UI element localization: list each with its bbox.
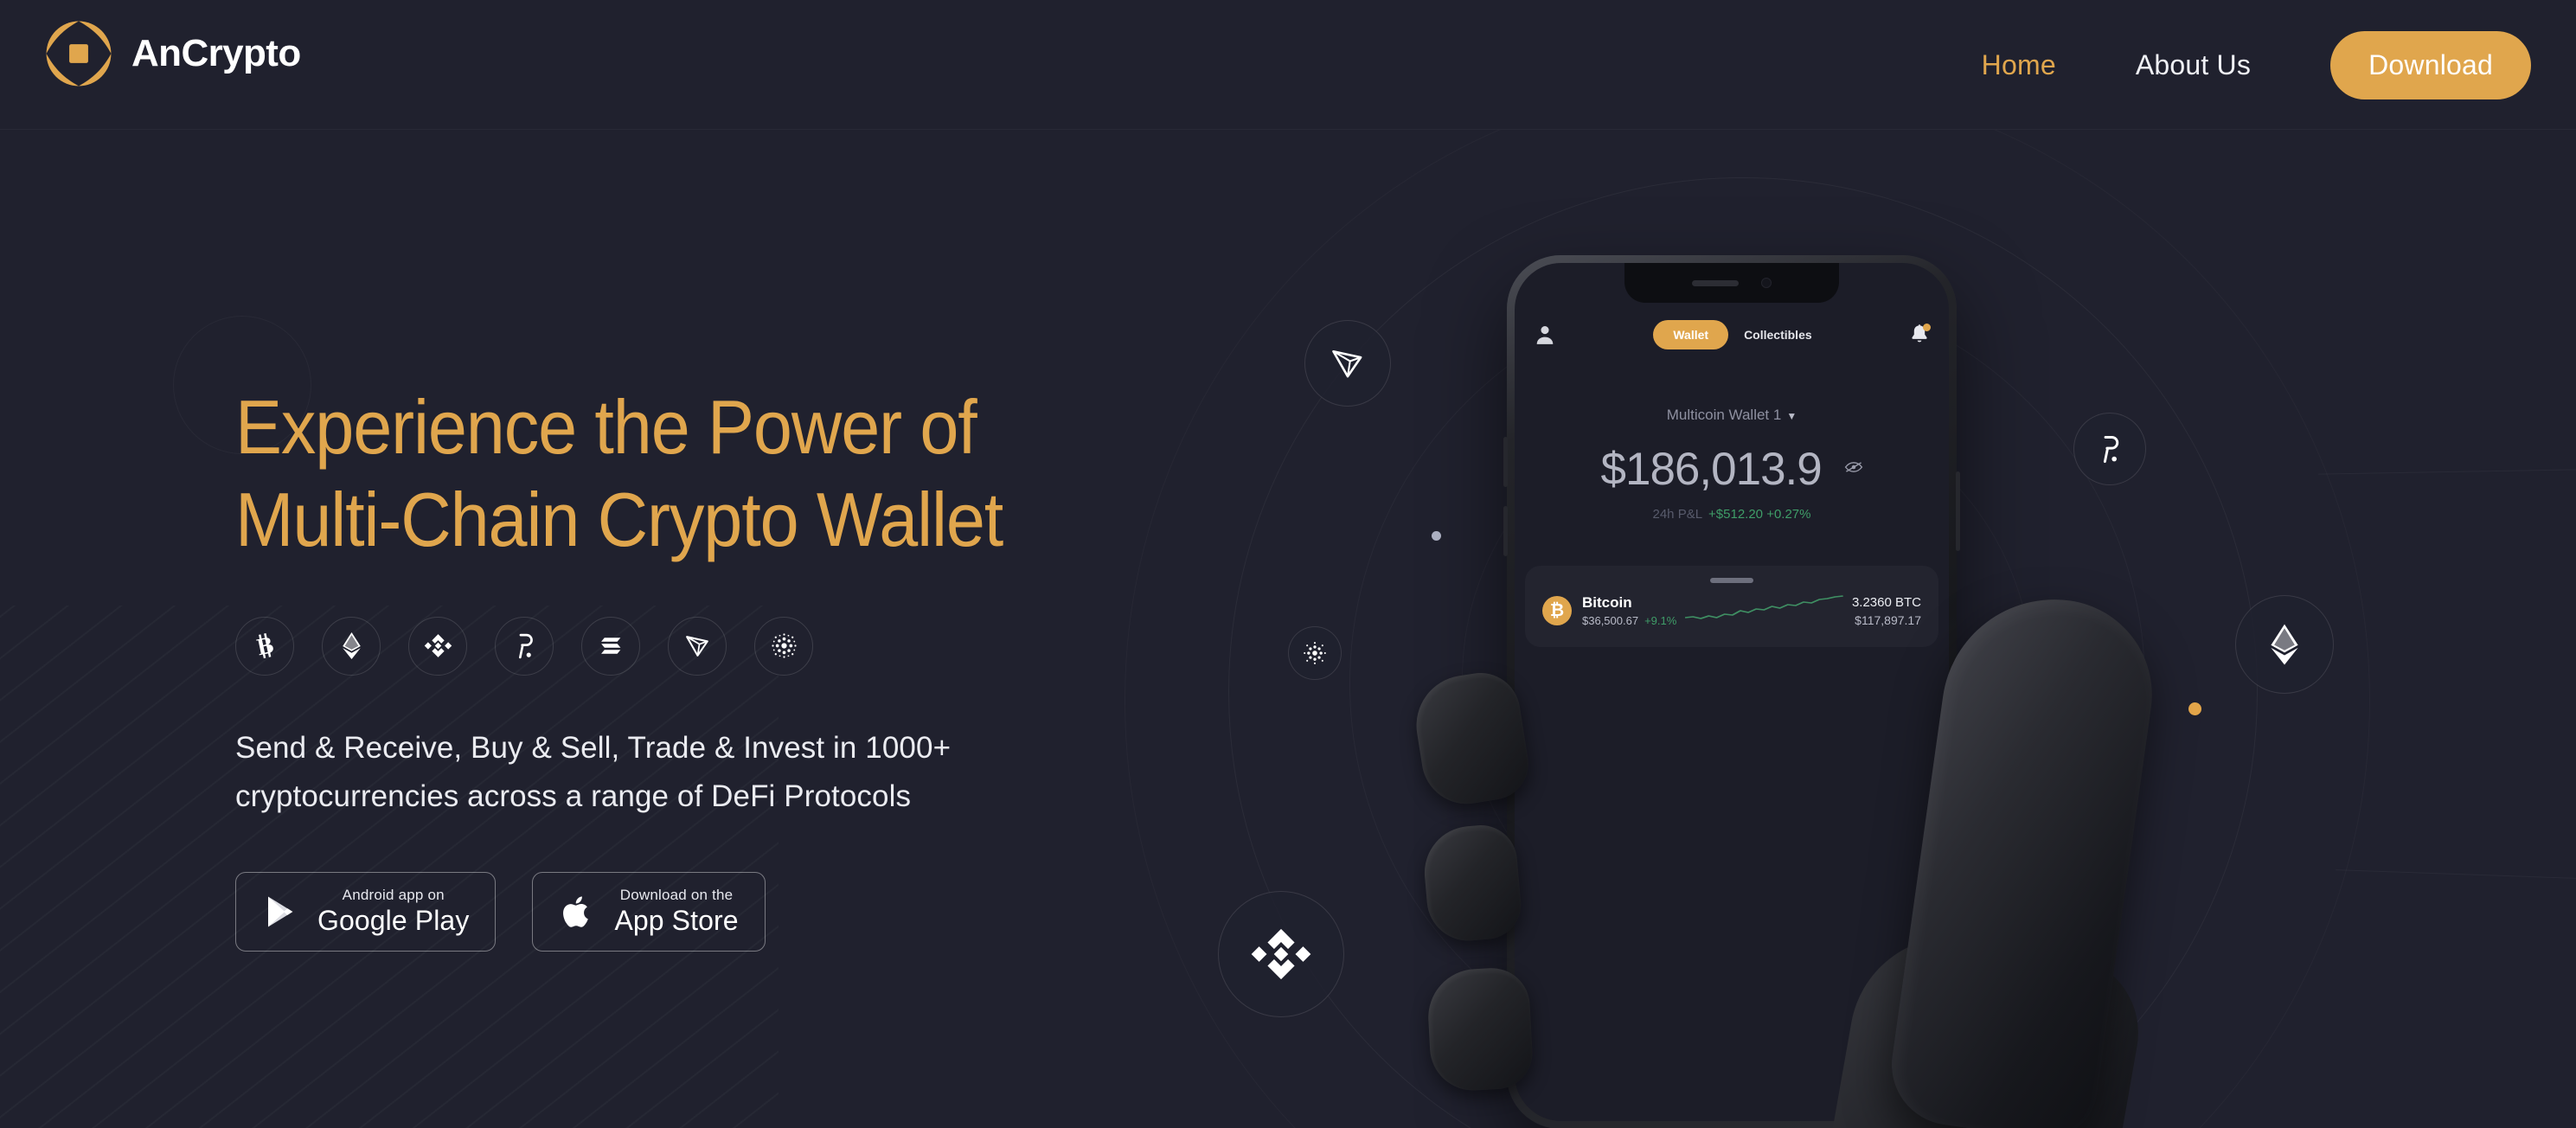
download-button[interactable]: Download: [2330, 30, 2531, 99]
headline-line-1: Experience the Power of: [235, 384, 977, 470]
headline-line-2: Multi-Chain Crypto Wallet: [235, 477, 1003, 563]
tab-wallet[interactable]: Wallet: [1653, 320, 1729, 349]
user-avatar-icon[interactable]: [1534, 324, 1556, 346]
asset-price: $36,500.67: [1582, 614, 1639, 628]
pnl-value: +$512.20 +0.27%: [1708, 507, 1811, 522]
subhead-line-1: Send & Receive, Buy & Sell, Trade & Inve…: [235, 730, 952, 765]
wallet-selector[interactable]: Multicoin Wallet 1 ▼: [1515, 407, 1949, 424]
coin-chip-polkadot[interactable]: [495, 616, 554, 676]
hero-content: Experience the Power of Multi-Chain Cryp…: [235, 381, 1187, 952]
floating-badge-binance: [1218, 891, 1344, 1017]
app-store-buttons: Android app on Google Play Download on t…: [235, 872, 1187, 952]
earpiece-speaker: [1692, 279, 1739, 286]
floating-badge-ethereum: [2235, 595, 2334, 694]
brand-name: AnCrypto: [131, 32, 301, 74]
asset-amount: 3.2360 BTC: [1851, 594, 1921, 610]
floating-badge-polkadot: [2073, 413, 2146, 485]
phone-volume-down-button: [1503, 506, 1508, 556]
coin-chip-tron[interactable]: [668, 616, 727, 676]
balance-amount: $186,013.9: [1600, 444, 1823, 495]
google-play-button[interactable]: Android app on Google Play: [235, 872, 497, 952]
nav-link-home[interactable]: Home: [1982, 49, 2056, 81]
bitcoin-coin-badge-icon: ₿: [1542, 596, 1572, 625]
orbit-dot-gray: [1432, 531, 1441, 541]
polkadot-icon: [2103, 436, 2119, 464]
app-store-small-label: Download on the: [619, 887, 734, 904]
phone-screen: Wallet Collectibles Multicoin Wallet 1 ▼: [1515, 263, 1949, 1121]
phone-power-button: [1956, 471, 1960, 551]
drag-handle[interactable]: [1710, 578, 1753, 583]
polkadot-icon: [518, 634, 533, 659]
supported-coins-row: B: [235, 616, 1187, 676]
pnl-label: 24h P&L: [1652, 507, 1703, 522]
coin-chip-binance[interactable]: [408, 616, 467, 676]
app-store-big-label: App Store: [614, 905, 739, 937]
google-play-icon: [268, 896, 293, 927]
floating-badge-cardano: [1288, 626, 1342, 680]
asset-list-card: ₿ Bitcoin $36,500.67 +9.1% 3.2360 BTC $1…: [1525, 566, 1938, 647]
decor-line-right-bottom: [2336, 869, 2576, 879]
binance-icon: [1251, 928, 1311, 980]
app-store-button[interactable]: Download on the App Store: [532, 872, 766, 952]
hero-subheadline: Send & Receive, Buy & Sell, Trade & Inve…: [235, 724, 1014, 822]
main-navigation: Home About Us Download: [1982, 0, 2531, 130]
site-header: AnCrypto Home About Us Download: [0, 0, 2576, 130]
subhead-line-2: cryptocurrencies across a range of DeFi …: [235, 779, 912, 814]
tab-collectibles[interactable]: Collectibles: [1744, 328, 1812, 342]
phone-volume-up-button: [1503, 437, 1508, 487]
floating-badge-tron: [1304, 320, 1391, 407]
ethereum-icon: [2271, 624, 2298, 665]
apple-icon: [563, 896, 589, 927]
phone-frame: Wallet Collectibles Multicoin Wallet 1 ▼: [1503, 255, 1960, 1128]
wallet-name: Multicoin Wallet 1: [1666, 407, 1782, 423]
ethereum-icon: [342, 632, 361, 660]
tron-icon: [685, 636, 708, 657]
orbit-dot-orange: [2188, 702, 2201, 715]
asset-row-bitcoin[interactable]: ₿ Bitcoin $36,500.67 +9.1% 3.2360 BTC $1…: [1542, 592, 1921, 630]
page-title: Experience the Power of Multi-Chain Cryp…: [235, 381, 1111, 567]
coin-chip-bitcoin[interactable]: B: [235, 616, 294, 676]
brand-logo[interactable]: AnCrypto: [45, 20, 301, 87]
google-play-big-label: Google Play: [317, 905, 470, 937]
app-top-bar: Wallet Collectibles: [1515, 320, 1949, 349]
decor-line-right-top: [2318, 469, 2576, 475]
notification-bell-icon[interactable]: [1909, 324, 1931, 346]
bitcoin-icon: B: [254, 631, 276, 660]
landing-page: AnCrypto Home About Us Download Experien…: [0, 0, 2576, 1128]
pnl-row: 24h P&L +$512.20 +0.27%: [1515, 507, 1949, 522]
coin-chip-cardano[interactable]: [754, 616, 813, 676]
hide-balance-eye-icon[interactable]: [1844, 462, 1863, 472]
coin-chip-ethereum[interactable]: [322, 616, 381, 676]
asset-fiat-value: $117,897.17: [1855, 613, 1921, 628]
front-camera: [1761, 278, 1772, 288]
tron-icon: [1332, 349, 1362, 378]
phone-mockup: Wallet Collectibles Multicoin Wallet 1 ▼: [1503, 255, 1960, 1128]
google-play-small-label: Android app on: [342, 887, 445, 904]
coin-chip-solana[interactable]: [581, 616, 640, 676]
chevron-down-icon: ▼: [1786, 410, 1797, 422]
asset-name: Bitcoin: [1582, 593, 1632, 611]
cardano-icon: [771, 633, 797, 658]
binance-icon: [424, 634, 452, 658]
wallet-balance: $186,013.9: [1515, 443, 1949, 496]
ancrypto-logo-icon: [46, 21, 112, 87]
nav-link-about-us[interactable]: About Us: [2136, 49, 2251, 81]
cardano-icon: [1304, 642, 1326, 664]
bitcoin-symbol: ₿: [1549, 600, 1565, 620]
app-tabs: Wallet Collectibles: [1556, 320, 1909, 349]
solana-icon: [600, 638, 620, 654]
asset-sparkline-chart: [1685, 592, 1843, 630]
asset-change: +9.1%: [1644, 614, 1677, 628]
notification-badge-dot: [1923, 324, 1931, 331]
phone-notch: [1624, 263, 1839, 303]
